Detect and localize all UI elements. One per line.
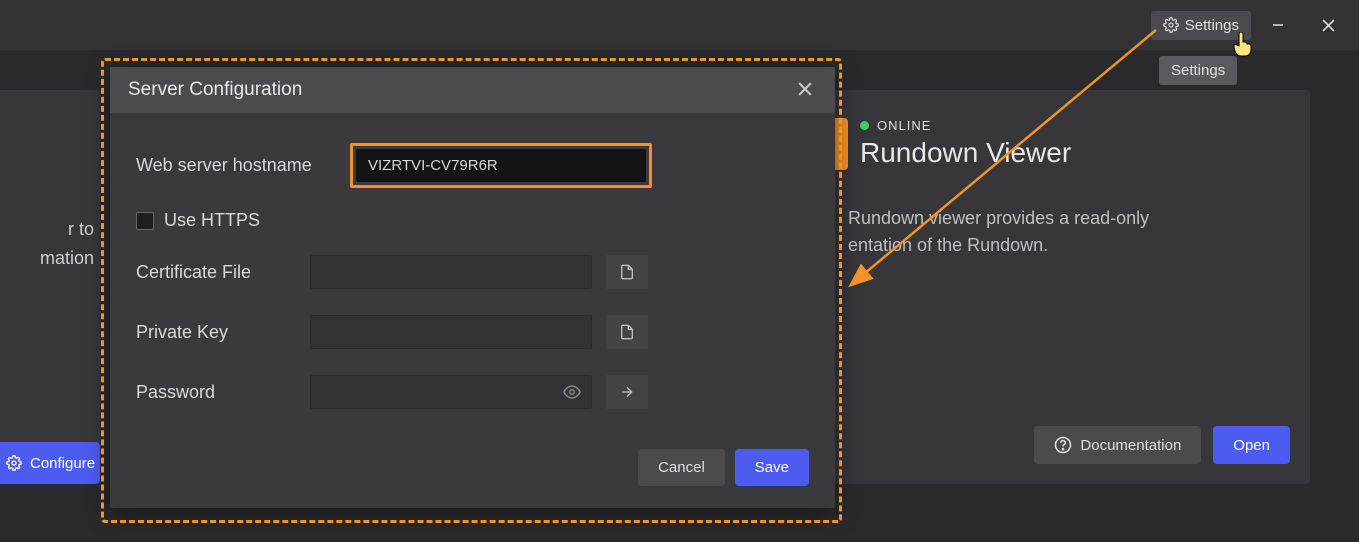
status-row: ONLINE [848, 118, 1286, 133]
dialog-close-button[interactable] [793, 80, 817, 101]
rundown-viewer-card: ONLINE Rundown Viewer Rundown viewer pro… [820, 90, 1310, 484]
password-submit-button[interactable] [606, 375, 648, 409]
minimize-button[interactable] [1255, 9, 1301, 41]
open-button[interactable]: Open [1213, 426, 1290, 464]
certificate-label: Certificate File [136, 262, 296, 283]
tooltip-text: Settings [1171, 62, 1225, 79]
hostname-row: Web server hostname [136, 143, 809, 188]
password-input[interactable] [310, 375, 592, 409]
cancel-label: Cancel [658, 459, 705, 476]
save-label: Save [755, 459, 789, 476]
dialog-header: Server Configuration [110, 67, 835, 113]
dialog-body: Web server hostname Use HTTPS Certificat… [110, 113, 835, 508]
gear-icon [1163, 17, 1179, 33]
settings-button[interactable]: Settings [1151, 11, 1251, 40]
dialog-actions: Cancel Save [136, 449, 809, 486]
close-icon [798, 82, 812, 96]
file-icon [619, 264, 635, 280]
left-card-line1: r to [40, 215, 94, 244]
gear-icon [6, 455, 22, 471]
open-label: Open [1233, 437, 1270, 454]
certificate-browse-button[interactable] [606, 255, 648, 289]
documentation-label: Documentation [1080, 437, 1181, 454]
private-key-label: Private Key [136, 322, 296, 343]
dialog-title: Server Configuration [128, 79, 302, 101]
card-title: Rundown Viewer [860, 137, 1286, 169]
private-key-input[interactable] [310, 315, 592, 349]
certificate-input[interactable] [310, 255, 592, 289]
settings-button-label: Settings [1185, 17, 1239, 34]
status-dot-icon [860, 121, 869, 130]
use-https-label: Use HTTPS [164, 210, 260, 231]
private-key-browse-button[interactable] [606, 315, 648, 349]
card-description: Rundown viewer provides a read-only enta… [848, 205, 1286, 259]
card-actions: Documentation Open [1034, 426, 1290, 464]
use-https-checkbox[interactable] [136, 212, 154, 230]
hostname-label: Web server hostname [136, 155, 336, 176]
eye-icon[interactable] [563, 383, 581, 401]
hostname-input[interactable] [356, 149, 646, 182]
certificate-row: Certificate File [136, 255, 809, 289]
file-icon [619, 324, 635, 340]
password-label: Password [136, 382, 296, 403]
arrow-right-icon [619, 384, 635, 400]
titlebar: Settings [0, 0, 1359, 50]
left-card-text: r to mation [40, 215, 94, 273]
settings-tooltip: Settings [1159, 56, 1237, 85]
left-card-partial: r to mation Configure [0, 90, 100, 484]
left-card-line2: mation [40, 244, 94, 273]
documentation-button[interactable]: Documentation [1034, 426, 1201, 464]
status-text: ONLINE [877, 118, 931, 133]
close-window-button[interactable] [1305, 9, 1351, 41]
use-https-row: Use HTTPS [136, 210, 809, 231]
server-configuration-dialog: Server Configuration Web server hostname… [110, 67, 835, 508]
close-icon [1322, 19, 1335, 32]
help-icon [1054, 436, 1072, 454]
password-row: Password [136, 375, 809, 409]
cancel-button[interactable]: Cancel [638, 449, 725, 486]
configure-button[interactable]: Configure [0, 442, 100, 484]
configure-label: Configure [30, 455, 95, 472]
hostname-highlight [350, 143, 652, 188]
save-button[interactable]: Save [735, 449, 809, 486]
minimize-icon [1272, 19, 1284, 31]
private-key-row: Private Key [136, 315, 809, 349]
